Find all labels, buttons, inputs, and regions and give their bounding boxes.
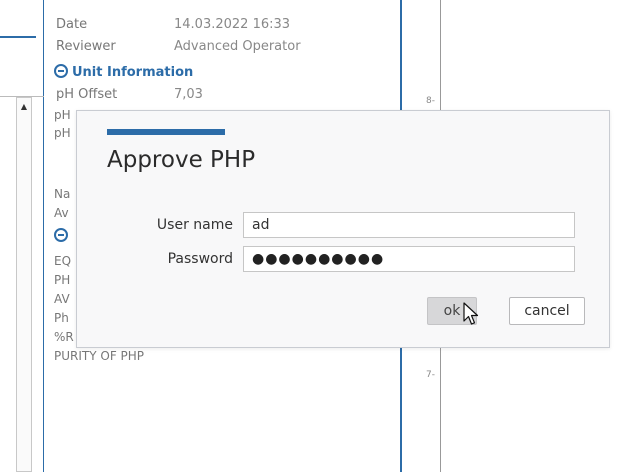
- partial-field-label: pH: [54, 108, 71, 122]
- collapsed-section-header[interactable]: [54, 228, 72, 244]
- date-value: 14.03.2022 16:33: [174, 17, 291, 32]
- ph-offset-row: pH Offset 7,03: [56, 87, 203, 102]
- date-row: Date 14.03.2022 16:33: [56, 17, 290, 32]
- partial-field-label: %R: [54, 330, 74, 344]
- password-input[interactable]: ●●●●●●●●●●: [243, 246, 575, 272]
- mouse-pointer-icon: [463, 302, 479, 325]
- chart-tick-label: 7-: [426, 370, 435, 380]
- partial-field-label: Av: [54, 206, 69, 220]
- password-label: Password: [167, 251, 233, 267]
- date-label: Date: [56, 17, 88, 32]
- username-input[interactable]: ad: [243, 212, 575, 238]
- purity-label: PURITY OF PHP: [54, 349, 145, 363]
- cancel-button[interactable]: cancel: [509, 297, 585, 325]
- username-label: User name: [156, 217, 233, 233]
- reviewer-row: Reviewer Advanced Operator: [56, 39, 301, 54]
- circle-minus-icon[interactable]: [54, 228, 68, 242]
- left-navigation-strip: ▲: [0, 0, 44, 472]
- partial-field-label: Ph: [54, 311, 69, 325]
- dialog-accent-bar: [107, 129, 225, 135]
- ph-offset-value: 7,03: [174, 87, 203, 102]
- username-input-value: ad: [252, 217, 270, 233]
- arrow-up-icon[interactable]: ▲: [17, 100, 31, 114]
- ph-offset-label: pH Offset: [56, 87, 118, 102]
- partial-field-label: EQ: [54, 254, 72, 268]
- vertical-scrollbar[interactable]: ▲: [16, 97, 32, 472]
- unit-information-heading: Unit Information: [72, 65, 194, 80]
- partial-field-label: pH: [54, 126, 71, 140]
- reviewer-value: Advanced Operator: [174, 39, 301, 54]
- dialog-title: Approve PHP: [107, 147, 256, 173]
- unit-information-section-header[interactable]: Unit Information: [54, 64, 193, 80]
- active-nav-indicator: [0, 36, 36, 38]
- partial-field-label: PH: [54, 273, 71, 287]
- partial-field-label: Na: [54, 187, 71, 201]
- password-masked-value: ●●●●●●●●●●: [252, 251, 385, 267]
- chart-tick-label: 8-: [426, 96, 435, 106]
- circle-minus-icon[interactable]: [54, 64, 68, 78]
- reviewer-label: Reviewer: [56, 39, 116, 54]
- approve-php-dialog: Approve PHP User name ad Password ●●●●●●…: [76, 110, 610, 348]
- partial-field-label: AV: [54, 292, 70, 306]
